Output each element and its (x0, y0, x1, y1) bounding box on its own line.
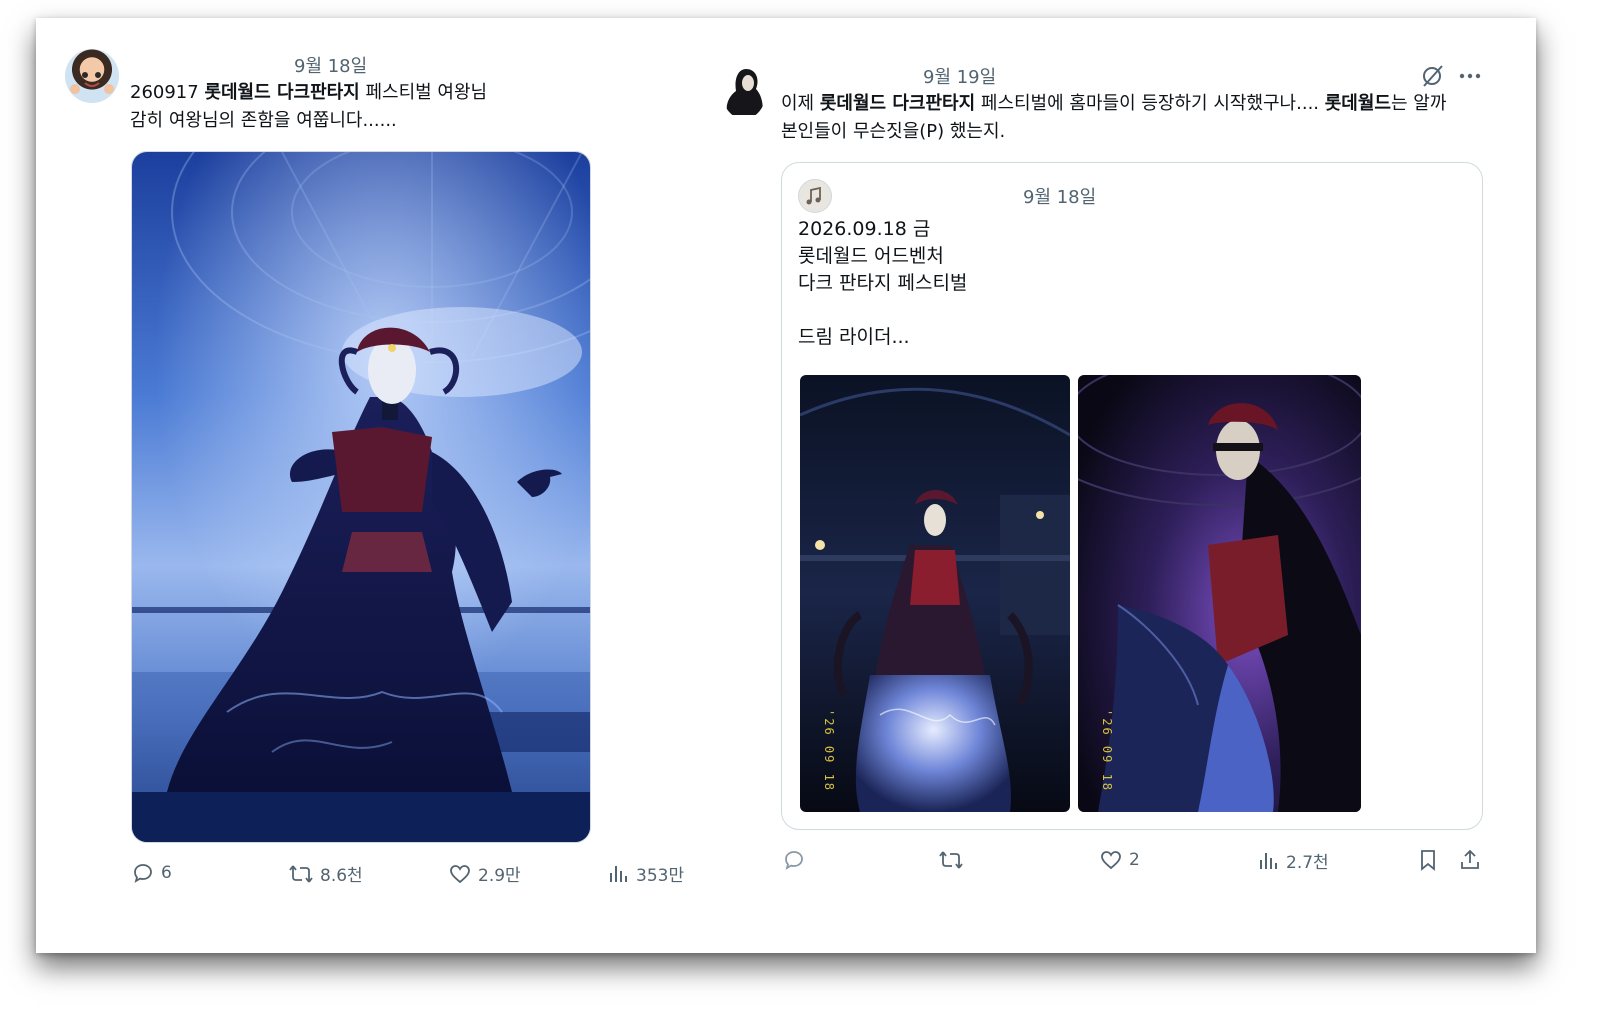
text-segment: 이제 (781, 93, 820, 114)
reply-button[interactable]: 6 (131, 861, 172, 885)
keyword-bold: 롯데월드 다크판타지 (204, 82, 360, 103)
views-button[interactable]: 2.7천 (1258, 848, 1329, 873)
keyword-bold: 롯데월드 다크판타지 (819, 93, 976, 114)
views-chart-icon (1260, 852, 1277, 869)
heart-icon (450, 864, 470, 883)
repost-button[interactable] (938, 848, 964, 872)
photo-date-stamp: '26 09 18 (1100, 709, 1114, 793)
quoted-line: 2026.09.18 금 (798, 218, 931, 240)
avatar-face-icon (70, 72, 114, 94)
reply-count: 6 (161, 863, 172, 883)
avatar-silhouette-icon (726, 69, 763, 115)
quoted-photo[interactable]: '26 09 18 (1078, 375, 1361, 812)
grok-icon[interactable] (1420, 63, 1446, 93)
quoted-date: 9월 18일 (1023, 187, 1097, 208)
text-segment: 는 알까 (1390, 93, 1447, 114)
views-count: 353만 (636, 866, 685, 886)
text-segment: 260917 (130, 82, 205, 103)
post-photo[interactable] (131, 151, 591, 843)
quoted-photo[interactable]: '26 09 18 (800, 375, 1070, 812)
like-button[interactable]: 2.9만 (448, 861, 521, 886)
quoted-avatar (798, 179, 832, 213)
bookmark-icon (1421, 850, 1435, 871)
quoted-line: 드림 라이더... (798, 326, 910, 348)
keyword-bold: 롯데월드 (1324, 93, 1391, 114)
views-count: 2.7천 (1286, 853, 1329, 873)
quoted-line (798, 297, 967, 324)
repost-button[interactable]: 8.6천 (288, 861, 363, 886)
post-date[interactable]: 9월 18일 (294, 52, 367, 78)
avatar[interactable] (722, 65, 766, 119)
purple-costume-photo (1078, 375, 1361, 812)
like-count: 2.9만 (478, 866, 521, 886)
repost-count: 8.6천 (320, 866, 363, 886)
heart-icon (1101, 851, 1121, 870)
bookmark-button[interactable] (1418, 848, 1438, 872)
night-parade-photo (800, 375, 1070, 812)
reply-icon (134, 864, 152, 883)
text-segment: 페스티벌에 홈마들이 등장하기 시작했구나.... (975, 93, 1325, 114)
music-note-icon (806, 186, 821, 205)
quoted-line: 롯데월드 어드벤처 (798, 245, 944, 267)
screenshot-card: 9월 18일 260917 롯데월드 다크판타지 페스티벌 여왕님 감히 여왕님… (36, 18, 1536, 953)
photo-date-stamp: '26 09 18 (822, 709, 836, 793)
reply-button[interactable] (782, 848, 806, 872)
post-date[interactable]: 9월 19일 (923, 63, 996, 89)
queen-costume-photo (132, 152, 590, 842)
text-segment: 페스티벌 여왕님 (359, 82, 488, 103)
text-line: 본인들이 무슨짓을(P) 했는지. (781, 121, 1006, 142)
like-count: 2 (1129, 850, 1140, 870)
text-line: 감히 여왕님의 존함을 여쭙니다...... (130, 110, 397, 131)
quoted-text: 2026.09.18 금 롯데월드 어드벤처 다크 판타지 페스티벌 드림 라이… (798, 216, 967, 351)
like-button[interactable]: 2 (1099, 848, 1140, 872)
more-options-icon[interactable] (1458, 66, 1482, 90)
repost-icon (939, 851, 963, 869)
quoted-line: 다크 판타지 페스티벌 (798, 272, 968, 294)
share-icon (1461, 849, 1479, 869)
views-button[interactable]: 353만 (608, 861, 684, 886)
reply-icon (785, 851, 803, 870)
avatar[interactable] (65, 49, 119, 103)
share-button[interactable] (1459, 848, 1481, 872)
quoted-post[interactable]: 9월 18일 2026.09.18 금 롯데월드 어드벤처 다크 판타지 페스티… (781, 162, 1483, 830)
views-chart-icon (610, 865, 627, 882)
repost-icon (289, 864, 313, 883)
post-text: 260917 롯데월드 다크판타지 페스티벌 여왕님 감히 여왕님의 존함을 여… (130, 79, 487, 135)
post-text: 이제 롯데월드 다크판타지 페스티벌에 홈마들이 등장하기 시작했구나.... … (781, 90, 1446, 146)
